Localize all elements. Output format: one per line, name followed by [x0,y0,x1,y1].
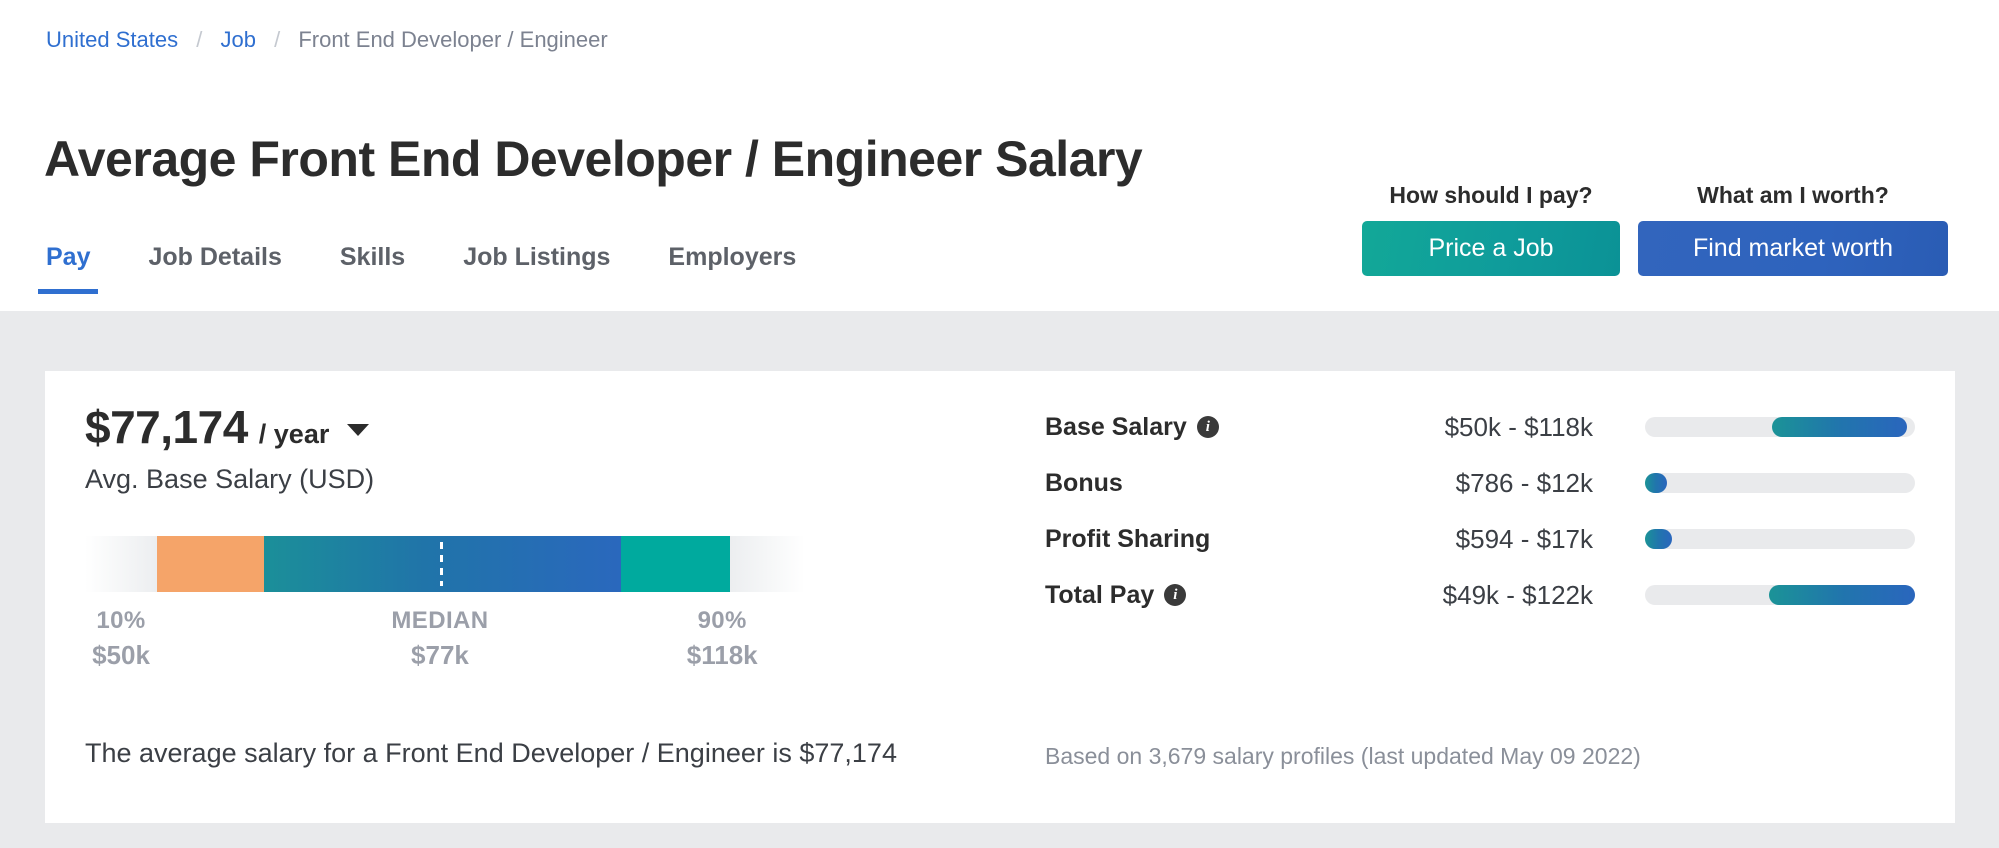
compensation-range-bonus: $786 - $12k [1345,467,1645,499]
distribution-segment-high [621,536,730,592]
median-marker-icon [440,542,443,586]
average-salary-summary: The average salary for a Front End Devel… [85,736,897,770]
distribution-labels: 10% $50k MEDIAN $77k 90% $118k [85,606,805,686]
breadcrumb-separator: / [274,27,280,52]
salary-period-label: / year [259,418,330,450]
info-icon[interactable]: i [1197,416,1219,438]
compensation-row-bonus: Bonus $786 - $12k [1045,455,1915,511]
compensation-track-profit-sharing [1645,529,1915,549]
compensation-label-bonus: Bonus [1045,468,1345,498]
compensation-track-total-pay [1645,585,1915,605]
distribution-segment-fade-left [85,536,157,592]
page-title: Average Front End Developer / Engineer S… [44,129,1142,189]
compensation-range-base-salary: $50k - $118k [1345,411,1645,443]
distribution-amount-median: $77k [340,638,540,672]
price-a-job-button[interactable]: Price a Job [1362,221,1620,276]
chevron-down-icon[interactable] [347,424,369,436]
pay-summary-card: $77,174 / year Avg. Base Salary (USD) 10… [45,371,1955,823]
compensation-label-total-pay: Total Pay i [1045,580,1345,610]
breadcrumb: United States / Job / Front End Develope… [46,26,608,54]
compensation-row-base-salary: Base Salary i $50k - $118k [1045,399,1915,455]
tab-employers[interactable]: Employers [668,242,796,294]
distribution-percentile-median: MEDIAN [340,606,540,636]
price-a-job-block: How should I pay? Price a Job [1362,182,1620,276]
find-market-worth-button[interactable]: Find market worth [1638,221,1948,276]
compensation-label-text: Base Salary [1045,412,1187,442]
price-a-job-caption: How should I pay? [1389,182,1592,209]
tab-job-details[interactable]: Job Details [148,242,281,294]
distribution-label-median: MEDIAN $77k [340,606,540,672]
breadcrumb-item-current: Front End Developer / Engineer [298,27,607,52]
compensation-fill-total-pay [1769,585,1915,605]
compensation-row-profit-sharing: Profit Sharing $594 - $17k [1045,511,1915,567]
distribution-segment-low [157,536,264,592]
compensation-fill-base-salary [1772,417,1907,437]
find-market-worth-block: What am I worth? Find market worth [1638,182,1948,276]
compensation-row-total-pay: Total Pay i $49k - $122k [1045,567,1915,623]
distribution-amount-p10: $50k [51,638,191,672]
compensation-fill-profit-sharing [1645,529,1672,549]
tab-job-listings[interactable]: Job Listings [463,242,610,294]
page-header: United States / Job / Front End Develope… [0,0,1999,311]
compensation-range-profit-sharing: $594 - $17k [1345,523,1645,555]
compensation-fill-bonus [1645,473,1667,493]
compensation-breakdown: Base Salary i $50k - $118k Bonus $786 - … [1045,399,1915,623]
breadcrumb-item-country[interactable]: United States [46,27,178,52]
cta-group: How should I pay? Price a Job What am I … [1362,182,1948,276]
info-icon[interactable]: i [1164,584,1186,606]
compensation-label-text: Profit Sharing [1045,524,1210,554]
compensation-track-bonus [1645,473,1915,493]
source-note: Based on 3,679 salary profiles (last upd… [1045,741,1641,771]
compensation-label-text: Total Pay [1045,580,1154,610]
distribution-percentile-p90: 90% [652,606,792,636]
tab-bar: Pay Job Details Skills Job Listings Empl… [46,242,796,294]
compensation-label-profit-sharing: Profit Sharing [1045,524,1345,554]
distribution-label-p10: 10% $50k [51,606,191,672]
compensation-range-total-pay: $49k - $122k [1345,579,1645,611]
average-salary-amount: $77,174 [85,401,248,453]
compensation-label-text: Bonus [1045,468,1123,498]
average-salary-subtitle: Avg. Base Salary (USD) [85,463,374,496]
distribution-segment-fade-right [730,536,805,592]
distribution-amount-p90: $118k [652,638,792,672]
compensation-track-base-salary [1645,417,1915,437]
find-market-worth-caption: What am I worth? [1697,182,1889,209]
tab-pay[interactable]: Pay [46,242,90,294]
breadcrumb-item-job[interactable]: Job [220,27,255,52]
page-body: $77,174 / year Avg. Base Salary (USD) 10… [0,311,1999,848]
distribution-label-p90: 90% $118k [652,606,792,672]
breadcrumb-separator: / [196,27,202,52]
salary-distribution-bar [85,536,805,592]
salary-distribution: 10% $50k MEDIAN $77k 90% $118k [85,536,805,686]
tab-skills[interactable]: Skills [340,242,405,294]
average-salary-heading: $77,174 / year [85,401,369,453]
distribution-percentile-p10: 10% [51,606,191,636]
compensation-label-base-salary: Base Salary i [1045,412,1345,442]
